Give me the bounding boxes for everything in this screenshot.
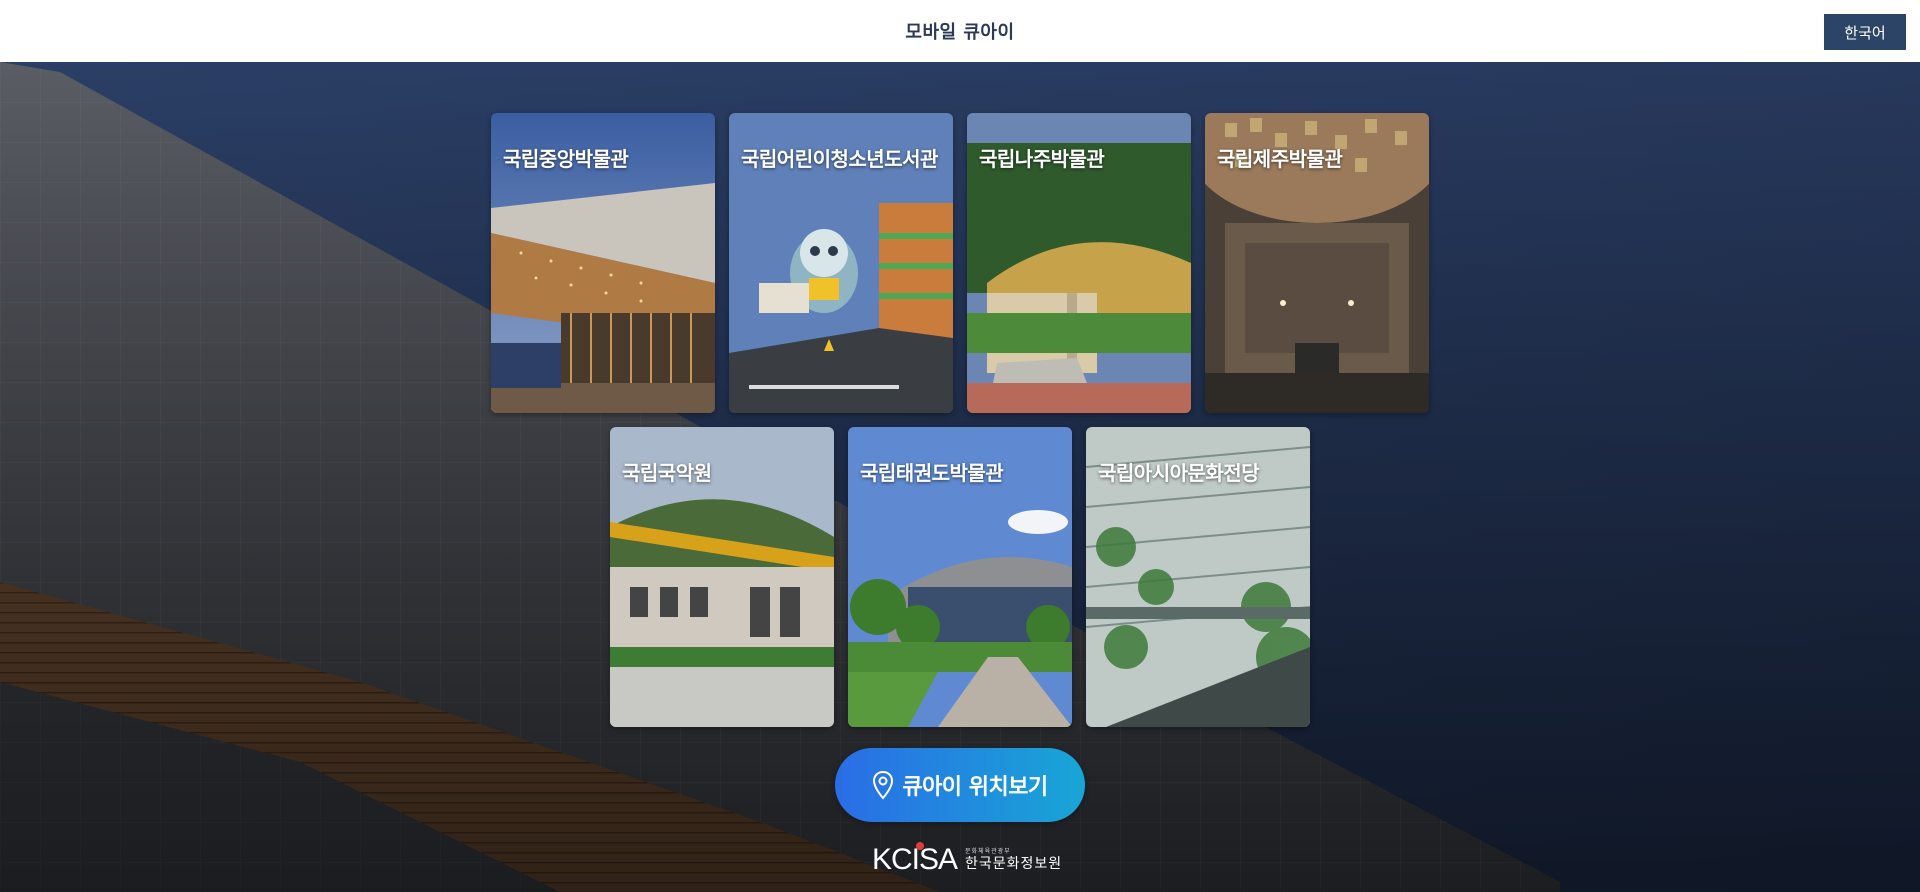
language-button[interactable]: 한국어	[1824, 14, 1906, 50]
logo-org-name: 한국문화정보원	[965, 856, 1063, 872]
institution-label: 국립어린이청소년도서관	[741, 147, 938, 171]
kcisa-logo: KCISA 문화체육관광부 한국문화정보원	[872, 842, 1062, 878]
institution-card-jeju-museum[interactable]: 국립제주박물관	[1205, 113, 1429, 413]
institution-card-national-museum[interactable]: 국립중앙박물관	[491, 113, 715, 413]
header-bar: 모바일 큐아이 한국어	[0, 0, 1920, 62]
institution-card-children-library[interactable]: 국립어린이청소년도서관	[729, 113, 953, 413]
institution-card-taekwondo-museum[interactable]: 국립태권도박물관	[848, 427, 1072, 727]
institution-label: 국립제주박물관	[1217, 147, 1343, 171]
institution-label: 국립아시아문화전당	[1098, 461, 1260, 485]
institution-card-gugak-center[interactable]: 국립국악원	[610, 427, 834, 727]
institution-card-asia-culture-center[interactable]: 국립아시아문화전당	[1086, 427, 1310, 727]
institution-label: 국립태권도박물관	[860, 461, 1004, 485]
institution-label: 국립중앙박물관	[503, 147, 629, 171]
view-location-button[interactable]: 큐아이 위치보기	[835, 748, 1085, 822]
institution-label: 국립국악원	[622, 461, 712, 485]
location-pin-icon	[872, 770, 894, 800]
institution-label: 국립나주박물관	[979, 147, 1105, 171]
page-title: 모바일 큐아이	[905, 22, 1015, 43]
logo-dot-icon	[916, 842, 924, 850]
institution-card-naju-museum[interactable]: 국립나주박물관	[967, 113, 1191, 413]
logo-mark: KCISA	[872, 842, 958, 876]
logo-ministry-text: 문화체육관광부	[965, 848, 1011, 855]
view-location-label: 큐아이 위치보기	[902, 775, 1048, 800]
